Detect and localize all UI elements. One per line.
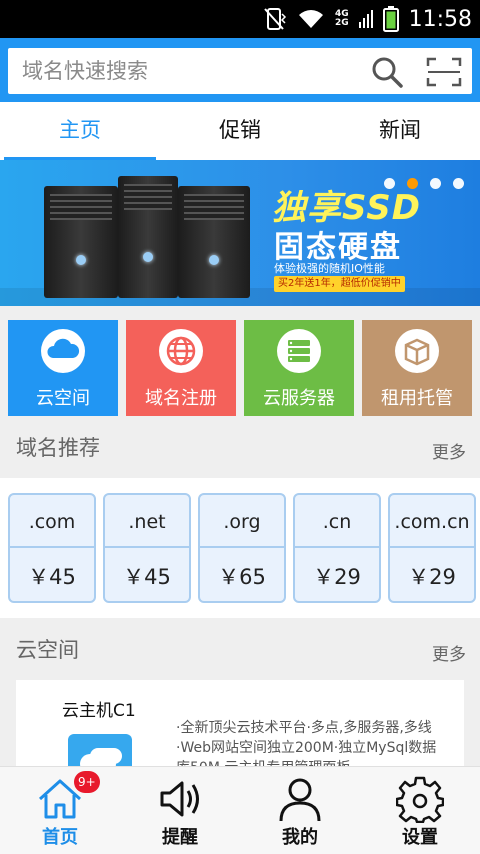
promo-banner[interactable]: 独享SSD 固态硬盘 体验极强的随机IO性能 买2年送1年，超低价促销中 bbox=[0, 160, 480, 306]
tile-cloud-server[interactable]: 云服务器 bbox=[244, 320, 354, 416]
carousel-dot[interactable] bbox=[430, 178, 441, 189]
server-image bbox=[118, 176, 178, 298]
bottom-nav: 9+ 首页 提醒 我的 设置 bbox=[0, 766, 480, 854]
notification-badge: 9+ bbox=[74, 771, 100, 793]
domain-price: ￥29 bbox=[408, 565, 456, 589]
nav-label: 提醒 bbox=[162, 827, 198, 848]
domain-price: ￥45 bbox=[28, 565, 76, 589]
search-input[interactable] bbox=[22, 56, 352, 86]
divider bbox=[10, 546, 94, 548]
divider bbox=[200, 546, 284, 548]
banner-subtitle: 体验极强的随机IO性能 bbox=[274, 262, 385, 275]
cloud-section-header: 云空间 更多 bbox=[0, 620, 480, 682]
tile-hosting[interactable]: 租用托管 bbox=[362, 320, 472, 416]
signal-icon bbox=[358, 10, 373, 28]
divider bbox=[390, 546, 474, 548]
nav-home[interactable]: 9+ 首页 bbox=[0, 767, 120, 854]
domain-name: .net bbox=[128, 511, 166, 533]
divider bbox=[295, 546, 379, 548]
domain-name: .org bbox=[223, 511, 261, 533]
divider bbox=[105, 546, 189, 548]
box-icon bbox=[395, 329, 439, 373]
nav-label: 设置 bbox=[402, 827, 438, 848]
carousel-dots bbox=[384, 178, 464, 189]
carousel-dot[interactable] bbox=[384, 178, 395, 189]
tab-news[interactable]: 新闻 bbox=[320, 102, 480, 160]
server-icon bbox=[277, 329, 321, 373]
server-image bbox=[178, 186, 250, 298]
tile-label: 云服务器 bbox=[263, 388, 335, 409]
nav-label: 我的 bbox=[282, 827, 318, 848]
domain-price: ￥29 bbox=[313, 565, 361, 589]
search-header bbox=[0, 38, 480, 102]
product-card[interactable]: 云主机C1 ·全新顶尖云技术平台·多点,多服务器,多线·Web网站空间独立200… bbox=[16, 680, 464, 780]
domain-name: .com bbox=[28, 511, 76, 533]
domain-card[interactable]: .com ￥45 bbox=[8, 493, 96, 603]
banner-promo: 买2年送1年，超低价促销中 bbox=[274, 276, 405, 292]
nav-alerts[interactable]: 提醒 bbox=[120, 767, 240, 854]
section-title: 云空间 bbox=[16, 638, 79, 662]
clock: 11:58 bbox=[408, 6, 472, 32]
tile-label: 域名注册 bbox=[145, 388, 217, 409]
speaker-icon bbox=[160, 781, 199, 817]
battery-icon bbox=[382, 6, 399, 32]
search-icon[interactable] bbox=[370, 55, 404, 89]
search-box[interactable] bbox=[8, 48, 472, 94]
cloud-icon bbox=[41, 329, 85, 373]
nav-settings[interactable]: 设置 bbox=[360, 767, 480, 854]
product-name: 云主机C1 bbox=[62, 701, 136, 721]
carousel-dot-active[interactable] bbox=[407, 178, 418, 189]
section-title: 域名推荐 bbox=[16, 436, 100, 460]
domain-card[interactable]: .net ￥45 bbox=[103, 493, 191, 603]
domain-price: ￥45 bbox=[123, 565, 171, 589]
domain-card[interactable]: .com.cn ￥29 bbox=[388, 493, 476, 603]
nav-label: 首页 bbox=[42, 827, 78, 848]
top-tabs: 主页 促销 新闻 bbox=[0, 102, 480, 160]
tab-home[interactable]: 主页 bbox=[0, 102, 160, 160]
user-icon bbox=[279, 778, 321, 822]
globe-icon bbox=[159, 329, 203, 373]
carousel-dot[interactable] bbox=[453, 178, 464, 189]
tile-label: 租用托管 bbox=[381, 388, 453, 409]
domain-name: .cn bbox=[322, 511, 352, 533]
network-indicator: 4G 2G bbox=[335, 10, 349, 28]
domain-price: ￥65 bbox=[218, 565, 266, 589]
quick-tiles: 云空间 域名注册 云服务器 租用托管 bbox=[8, 320, 472, 416]
server-image bbox=[44, 186, 118, 298]
tile-label: 云空间 bbox=[36, 388, 90, 409]
status-bar: 4G 2G 11:58 bbox=[0, 0, 480, 38]
more-link[interactable]: 更多 bbox=[432, 438, 466, 463]
domain-card[interactable]: .org ￥65 bbox=[198, 493, 286, 603]
gear-icon bbox=[396, 776, 444, 823]
nav-profile[interactable]: 我的 bbox=[240, 767, 360, 854]
domain-section-header: 域名推荐 更多 bbox=[0, 418, 480, 480]
more-link[interactable]: 更多 bbox=[432, 640, 466, 665]
tab-promotions[interactable]: 促销 bbox=[160, 102, 320, 160]
tile-domain-register[interactable]: 域名注册 bbox=[126, 320, 236, 416]
domain-card[interactable]: .cn ￥29 bbox=[293, 493, 381, 603]
wifi-icon bbox=[298, 10, 323, 28]
network-2g-label: 2G bbox=[334, 18, 349, 28]
tile-cloud-space[interactable]: 云空间 bbox=[8, 320, 118, 416]
domain-list: .com ￥45 .net ￥45 .org ￥65 .cn ￥29 .com.… bbox=[0, 478, 480, 618]
vibrate-icon bbox=[264, 8, 286, 30]
domain-name: .com.cn bbox=[394, 511, 470, 533]
scan-icon[interactable] bbox=[426, 57, 462, 87]
